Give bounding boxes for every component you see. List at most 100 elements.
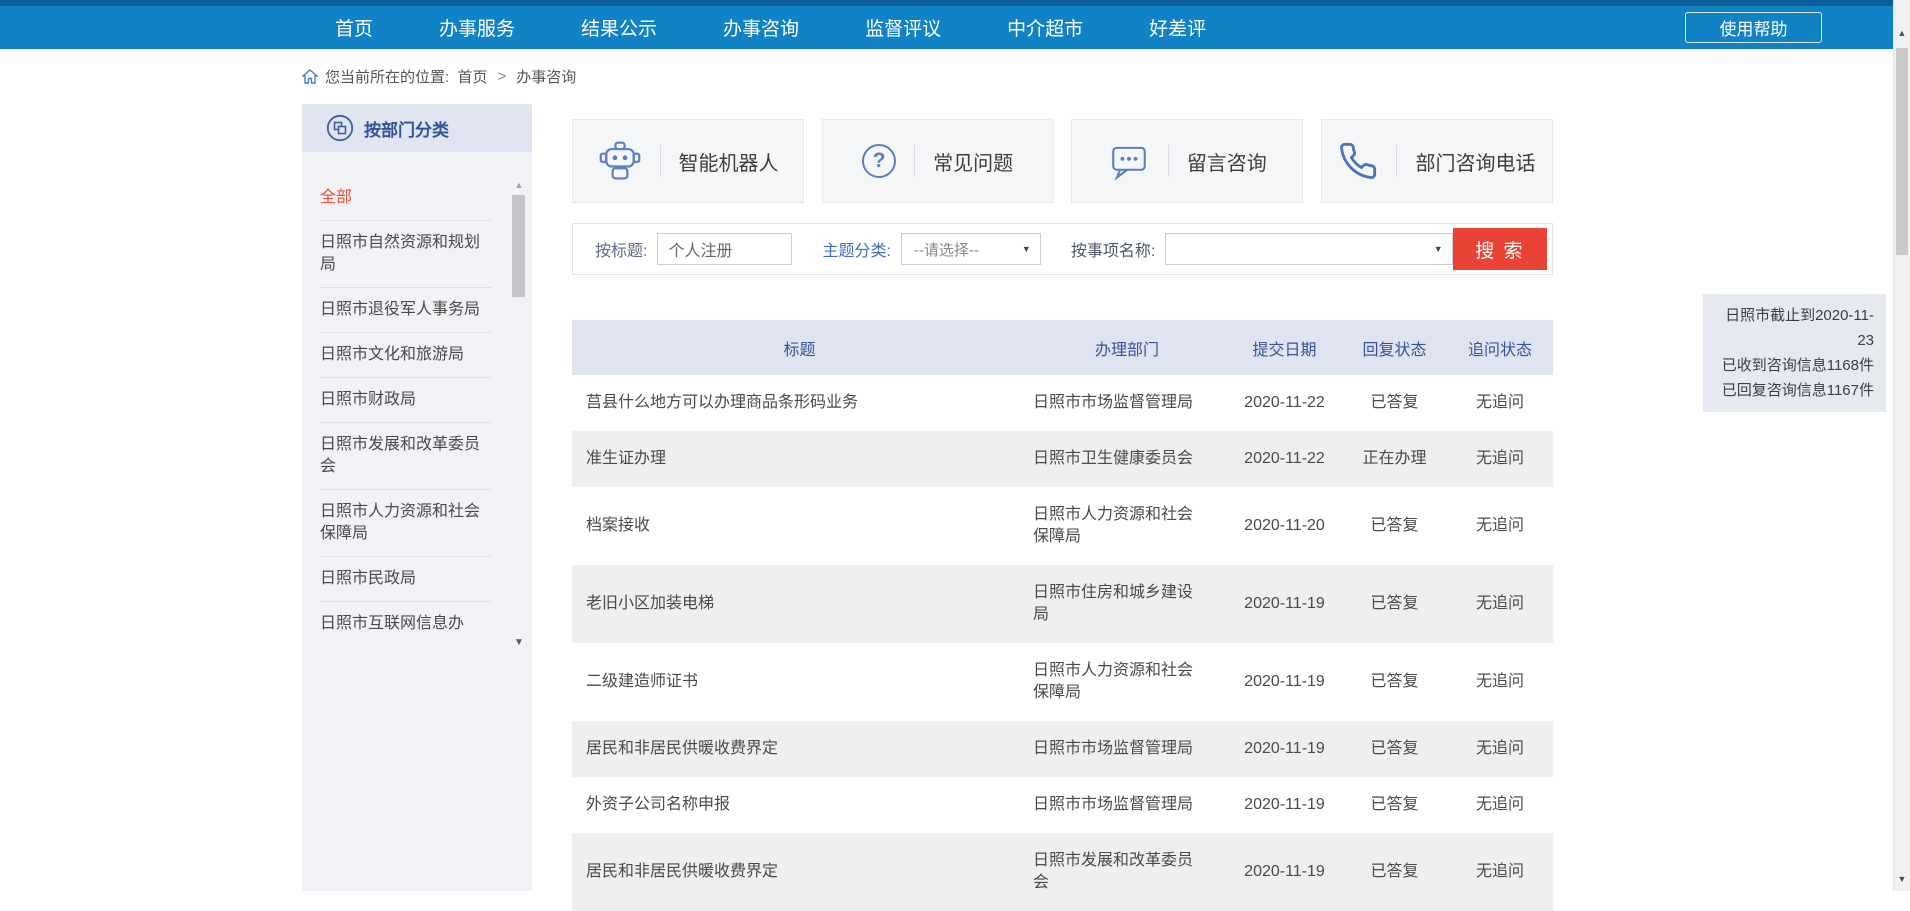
nav-item-services[interactable]: 办事服务 [439, 14, 515, 41]
column-header-department: 办理部门 [1027, 320, 1227, 375]
cell-reply-status: 正在办理 [1342, 431, 1447, 487]
nav-item-rating[interactable]: 好差评 [1149, 14, 1206, 41]
table-row: 外资子公司名称申报日照市市场监督管理局2020-11-19已答复无追问 [572, 777, 1553, 833]
sidebar-department-item[interactable]: 日照市人力资源和社会保障局 [320, 490, 492, 557]
table-row: 准生证办理日照市卫生健康委员会2020-11-22正在办理无追问 [572, 431, 1553, 487]
scrollbar-thumb[interactable] [1896, 48, 1908, 255]
sidebar-scrollbar-thumb[interactable] [512, 195, 525, 297]
cell-title[interactable]: 居民和非居民供暖收费界定 [572, 721, 1027, 777]
scrollbar-down-icon[interactable]: ▼ [1894, 874, 1910, 884]
cell-department: 日照市住房和城乡建设局 [1027, 565, 1227, 643]
search-button[interactable]: 搜 索 [1453, 228, 1547, 270]
column-header-date: 提交日期 [1227, 320, 1342, 375]
department-phone-card[interactable]: 部门咨询电话 [1321, 119, 1553, 203]
cell-followup-status: 无追问 [1447, 565, 1553, 643]
item-name-select[interactable]: ▼ [1165, 233, 1452, 265]
cell-reply-status: 已答复 [1342, 833, 1447, 911]
sidebar-department-item[interactable]: 日照市民政局 [320, 557, 492, 602]
column-header-reply-status: 回复状态 [1342, 320, 1447, 375]
sidebar-department-item[interactable]: 日照市财政局 [320, 378, 492, 423]
sidebar-title: 按部门分类 [364, 116, 449, 141]
message-icon [1108, 140, 1150, 182]
cell-title[interactable]: 外资子公司名称申报 [572, 777, 1027, 833]
stats-line-date: 日照市截止到2020-11-23 [1715, 303, 1874, 353]
card-label: 部门咨询电话 [1415, 147, 1535, 176]
sidebar-department-item[interactable]: 全部 [320, 176, 492, 221]
cell-followup-status: 无追问 [1447, 643, 1553, 721]
cell-title[interactable]: 莒县什么地方可以办理商品条形码业务 [572, 375, 1027, 431]
table-header: 标题 办理部门 提交日期 回复状态 追问状态 [572, 320, 1553, 375]
table-row: 二级建造师证书日照市人力资源和社会保障局2020-11-19已答复无追问 [572, 643, 1553, 721]
cell-title[interactable]: 居民和非居民供暖收费界定 [572, 833, 1027, 911]
page-scrollbar[interactable]: ▲ ▼ [1893, 0, 1910, 891]
department-sidebar: 按部门分类 全部日照市自然资源和规划局日照市退役军人事务局日照市文化和旅游局日照… [302, 104, 532, 891]
cell-title[interactable]: 二级建造师证书 [572, 643, 1027, 721]
cell-title[interactable]: 档案接收 [572, 487, 1027, 565]
breadcrumb-prefix: 您当前所在的位置: [325, 66, 449, 87]
scrollbar-up-icon[interactable]: ▲ [1894, 28, 1910, 38]
table-row: 档案接收日照市人力资源和社会保障局2020-11-20已答复无追问 [572, 487, 1553, 565]
stats-line-replied: 已回复咨询信息1167件 [1715, 378, 1874, 403]
sidebar-scroll-up-icon[interactable]: ▲ [512, 180, 526, 190]
breadcrumb-home-link[interactable]: 首页 [458, 66, 488, 87]
cell-title[interactable]: 准生证办理 [572, 431, 1027, 487]
category-icon [326, 114, 354, 142]
cell-reply-status: 已答复 [1342, 487, 1447, 565]
sidebar-department-item[interactable]: 日照市自然资源和规划局 [320, 221, 492, 288]
cell-date: 2020-11-19 [1227, 643, 1342, 721]
help-button[interactable]: 使用帮助 [1685, 12, 1822, 43]
cell-date: 2020-11-19 [1227, 833, 1342, 911]
cell-followup-status: 无追问 [1447, 431, 1553, 487]
nav-item-consultation[interactable]: 办事咨询 [723, 14, 799, 41]
breadcrumb-current: 办事咨询 [516, 66, 576, 87]
phone-icon [1338, 141, 1378, 181]
breadcrumb: 您当前所在的位置: 首页 > 办事咨询 [302, 62, 576, 90]
cell-date: 2020-11-22 [1227, 431, 1342, 487]
sidebar-scroll-down-icon[interactable]: ▼ [512, 637, 526, 648]
sidebar-department-item[interactable]: 日照市发展和改革委员会 [320, 423, 492, 490]
nav-item-supervision[interactable]: 监督评议 [865, 14, 941, 41]
cell-department: 日照市人力资源和社会保障局 [1027, 643, 1227, 721]
card-label: 留言咨询 [1187, 147, 1267, 176]
cell-date: 2020-11-20 [1227, 487, 1342, 565]
sidebar-header: 按部门分类 [302, 104, 532, 152]
cell-title[interactable]: 老旧小区加装电梯 [572, 565, 1027, 643]
cell-date: 2020-11-19 [1227, 721, 1342, 777]
card-label: 智能机器人 [679, 147, 779, 176]
title-filter-label: 按标题: [595, 237, 647, 261]
cell-reply-status: 已答复 [1342, 777, 1447, 833]
card-label: 常见问题 [933, 147, 1013, 176]
cell-department: 日照市市场监督管理局 [1027, 375, 1227, 431]
topic-category-select[interactable]: --请选择-- ▼ [901, 233, 1041, 265]
cell-followup-status: 无追问 [1447, 721, 1553, 777]
card-divider [1168, 145, 1169, 177]
home-icon [302, 69, 318, 84]
search-bar: 按标题: 主题分类: --请选择-- ▼ 按事项名称: ▼ 搜 索 [572, 223, 1553, 275]
sidebar-department-item[interactable]: 日照市互联网信息办 [320, 602, 492, 646]
nav-item-intermediary[interactable]: 中介超市 [1007, 14, 1083, 41]
cell-reply-status: 已答复 [1342, 721, 1447, 777]
item-name-label: 按事项名称: [1071, 237, 1155, 261]
main-nav: 首页 办事服务 结果公示 办事咨询 监督评议 中介超市 好差评 使用帮助 [0, 6, 1910, 49]
title-search-input[interactable] [657, 233, 792, 265]
table-row: 居民和非居民供暖收费界定日照市发展和改革委员会2020-11-19已答复无追问 [572, 833, 1553, 911]
nav-item-results[interactable]: 结果公示 [581, 14, 657, 41]
sidebar-department-item[interactable]: 日照市文化和旅游局 [320, 333, 492, 378]
cell-date: 2020-11-19 [1227, 777, 1342, 833]
cell-department: 日照市卫生健康委员会 [1027, 431, 1227, 487]
chevron-down-icon: ▼ [1022, 244, 1031, 254]
message-consult-card[interactable]: 留言咨询 [1071, 119, 1303, 203]
nav-item-home[interactable]: 首页 [335, 14, 373, 41]
sidebar-department-item[interactable]: 日照市退役军人事务局 [320, 288, 492, 333]
topic-category-value: --请选择-- [914, 239, 979, 260]
smart-robot-card[interactable]: 智能机器人 [572, 119, 804, 203]
consultation-table-body: 莒县什么地方可以办理商品条形码业务日照市市场监督管理局2020-11-22已答复… [572, 375, 1553, 911]
table-row: 老旧小区加装电梯日照市住房和城乡建设局2020-11-19已答复无追问 [572, 565, 1553, 643]
faq-card[interactable]: ? 常见问题 [822, 119, 1054, 203]
cell-department: 日照市人力资源和社会保障局 [1027, 487, 1227, 565]
cell-reply-status: 已答复 [1342, 565, 1447, 643]
cell-followup-status: 无追问 [1447, 375, 1553, 431]
cell-date: 2020-11-22 [1227, 375, 1342, 431]
question-icon: ? [862, 144, 896, 178]
consultation-table: 标题 办理部门 提交日期 回复状态 追问状态 莒县什么地方可以办理商品条形码业务… [572, 320, 1553, 911]
